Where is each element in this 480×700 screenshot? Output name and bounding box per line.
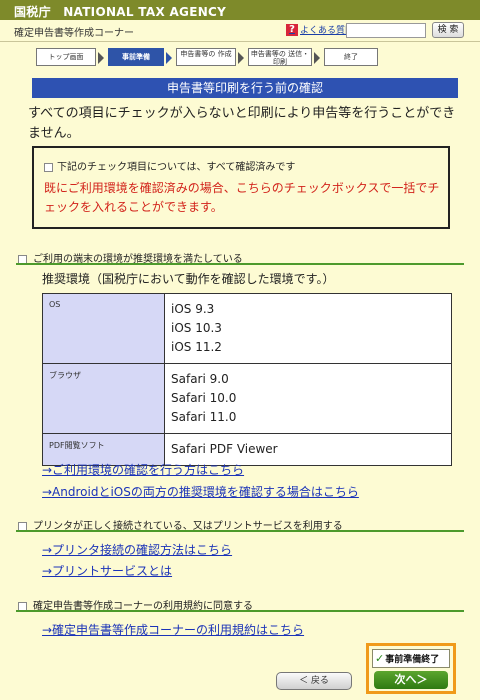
- terms-link[interactable]: →確定申告書等作成コーナーの利用規約はこちら: [42, 621, 304, 638]
- table-value: Safari 9.0 Safari 10.0 Safari 11.0: [164, 363, 452, 434]
- env-caption: 推奨環境（国税庁において動作を確認した環境です。）: [42, 272, 335, 286]
- back-button[interactable]: ＜ 戻る: [276, 672, 352, 690]
- table-row: OS iOS 9.3 iOS 10.3 iOS 11.2: [42, 293, 452, 364]
- table-key: OS: [42, 293, 165, 364]
- step-send-print: 申告書等の 送信・印刷: [248, 48, 312, 66]
- help-link[interactable]: ? よくある質問: [286, 23, 354, 36]
- bulk-confirm-checkbox[interactable]: [44, 162, 53, 172]
- prep-done-label: 事前準備終了: [385, 655, 440, 665]
- pdf-viewer: Safari PDF Viewer: [171, 442, 278, 456]
- step-create: 申告書等の 作成: [176, 48, 236, 66]
- step-top: トップ画面: [36, 48, 96, 66]
- bulk-confirm-note: 既にご利用環境を確認済みの場合、こちらのチェックボックスで一括でチェックを入れる…: [44, 181, 440, 214]
- search-button[interactable]: 検 索: [432, 22, 464, 38]
- env-check-link[interactable]: →ご利用環境の確認を行う方はこちら: [42, 461, 244, 478]
- android-ios-env-link[interactable]: →AndroidとiOSの両方の推奨環境を確認する場合はこちら: [42, 483, 359, 500]
- search-input[interactable]: [346, 23, 426, 38]
- bulk-confirm-box: 下記のチェック項目については、すべて確認済みです 既にご利用環境を確認済みの場合…: [32, 146, 450, 229]
- intro-text: すべての項目にチェックが入らないと印刷により申告等を行うことができません。: [28, 106, 456, 141]
- browser-version: Safari 11.0: [171, 410, 237, 424]
- agency-title-bar: 国税庁 NATIONAL TAX AGENCY: [0, 0, 480, 20]
- step-arrow-icon: [314, 52, 320, 64]
- question-mark-icon: ?: [286, 23, 298, 36]
- step-preparation: 事前準備: [108, 48, 164, 66]
- os-version: iOS 9.3: [171, 302, 215, 316]
- step-arrow-icon: [98, 52, 104, 64]
- recommended-env-table: OS iOS 9.3 iOS 10.3 iOS 11.2 ブラウザ Safari…: [42, 293, 452, 466]
- os-version: iOS 11.2: [171, 340, 222, 354]
- table-row: ブラウザ Safari 9.0 Safari 10.0 Safari 11.0: [42, 363, 452, 434]
- prep-done-indicator: ✓事前準備終了: [372, 649, 450, 668]
- browser-version: Safari 10.0: [171, 391, 237, 405]
- step-arrow-icon: [166, 52, 172, 64]
- check-mark-icon: ✓: [375, 652, 385, 665]
- table-value: iOS 9.3 iOS 10.3 iOS 11.2: [164, 293, 452, 364]
- browser-version: Safari 9.0: [171, 372, 229, 386]
- sub-header: 確定申告書等作成コーナー ? よくある質問 検 索: [0, 20, 480, 42]
- os-version: iOS 10.3: [171, 321, 222, 335]
- progress-steps: トップ画面 事前準備 申告書等の 作成 申告書等の 送信・印刷 終了: [30, 48, 458, 70]
- step-finish: 終了: [324, 48, 378, 66]
- corner-name: 確定申告書等作成コーナー: [14, 28, 134, 39]
- bulk-confirm-row[interactable]: 下記のチェック項目については、すべて確認済みです: [44, 158, 295, 173]
- step-arrow-icon: [238, 52, 244, 64]
- printer-connection-link[interactable]: →プリンタ接続の確認方法はこちら: [42, 541, 232, 558]
- agency-title: 国税庁 NATIONAL TAX AGENCY: [14, 5, 227, 19]
- table-key: ブラウザ: [42, 363, 165, 434]
- page-heading: 申告書等印刷を行う前の確認: [32, 78, 458, 98]
- next-button[interactable]: 次へ＞: [374, 671, 448, 689]
- section-divider: [16, 610, 464, 612]
- next-button-highlight: ✓事前準備終了 次へ＞: [366, 643, 456, 694]
- section-divider: [16, 263, 464, 265]
- section-divider: [16, 530, 464, 532]
- print-service-link[interactable]: →プリントサービスとは: [42, 562, 172, 579]
- bulk-confirm-label: 下記のチェック項目については、すべて確認済みです: [57, 162, 296, 173]
